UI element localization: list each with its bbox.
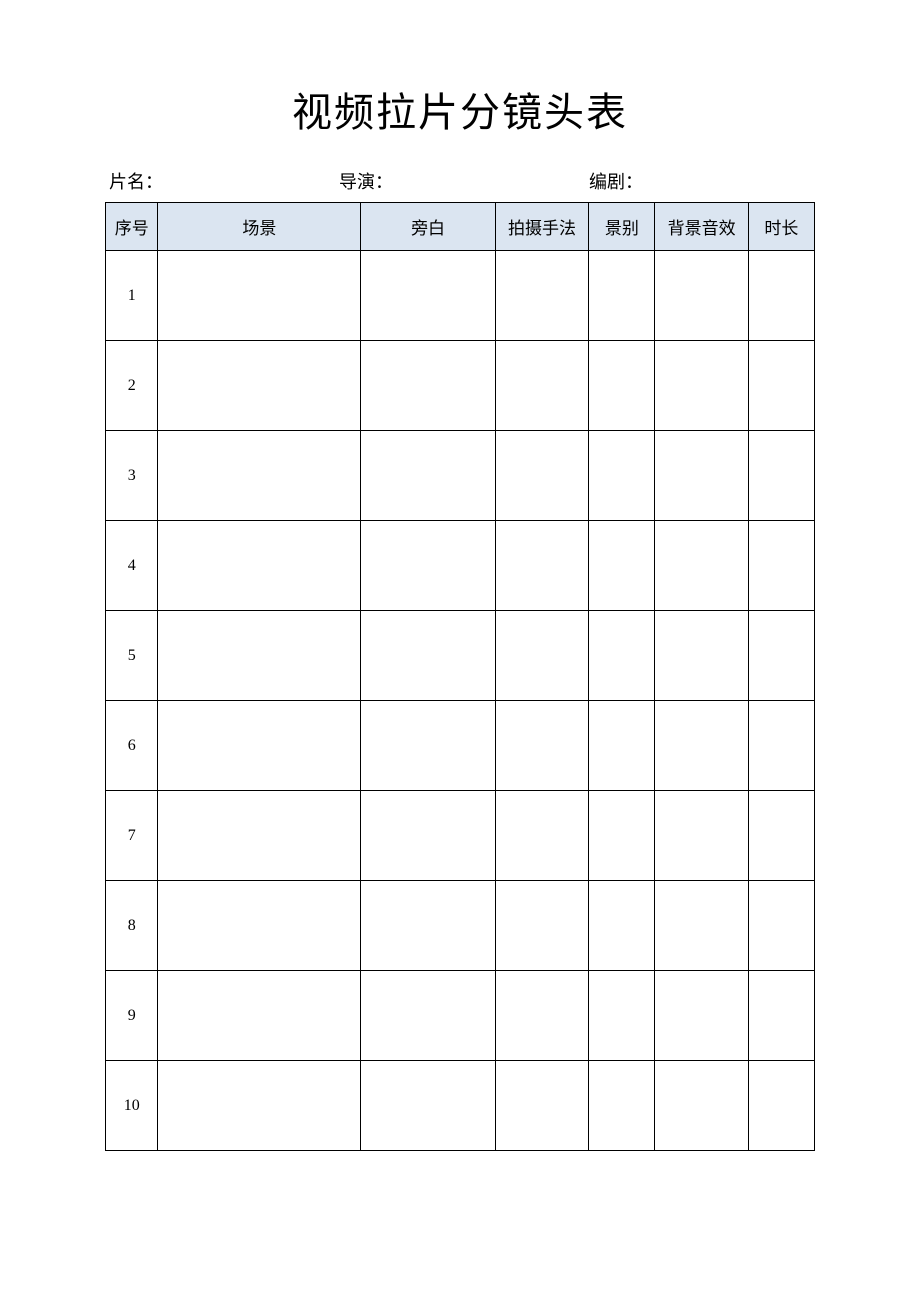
th-index: 序号: [106, 203, 158, 251]
cell-narration: [361, 341, 496, 431]
cell-bg_sound: [655, 881, 748, 971]
cell-technique: [495, 701, 588, 791]
th-duration: 时长: [748, 203, 814, 251]
cell-narration: [361, 881, 496, 971]
cell-shot_type: [589, 611, 655, 701]
meta-row: 片名： 导演： 编剧：: [105, 168, 815, 194]
cell-narration: [361, 971, 496, 1061]
cell-scene: [158, 881, 361, 971]
cell-bg_sound: [655, 971, 748, 1061]
cell-bg_sound: [655, 611, 748, 701]
cell-duration: [748, 521, 814, 611]
cell-shot_type: [589, 431, 655, 521]
cell-shot_type: [589, 521, 655, 611]
cell-scene: [158, 431, 361, 521]
th-technique: 拍摄手法: [495, 203, 588, 251]
cell-index: 9: [106, 971, 158, 1061]
cell-bg_sound: [655, 341, 748, 431]
cell-narration: [361, 1061, 496, 1151]
cell-technique: [495, 881, 588, 971]
th-scene: 场景: [158, 203, 361, 251]
table-row: 10: [106, 1061, 815, 1151]
document-page: 视频拉片分镜头表 片名： 导演： 编剧： 序号 场景 旁白 拍摄手法 景别 背景…: [0, 0, 920, 1301]
cell-bg_sound: [655, 791, 748, 881]
cell-shot_type: [589, 1061, 655, 1151]
cell-duration: [748, 251, 814, 341]
page-title: 视频拉片分镜头表: [105, 80, 815, 138]
cell-duration: [748, 611, 814, 701]
table-row: 1: [106, 251, 815, 341]
cell-technique: [495, 521, 588, 611]
cell-index: 8: [106, 881, 158, 971]
cell-narration: [361, 431, 496, 521]
cell-bg_sound: [655, 1061, 748, 1151]
storyboard-table: 序号 场景 旁白 拍摄手法 景别 背景音效 时长 12345678910: [105, 202, 815, 1151]
cell-duration: [748, 881, 814, 971]
cell-shot_type: [589, 791, 655, 881]
cell-scene: [158, 341, 361, 431]
meta-film-label: 片名：: [109, 168, 339, 194]
table-row: 5: [106, 611, 815, 701]
cell-scene: [158, 611, 361, 701]
th-bg-sound: 背景音效: [655, 203, 748, 251]
cell-index: 2: [106, 341, 158, 431]
meta-writer-label: 编剧：: [589, 168, 811, 194]
cell-shot_type: [589, 341, 655, 431]
table-body: 12345678910: [106, 251, 815, 1151]
table-row: 2: [106, 341, 815, 431]
table-row: 8: [106, 881, 815, 971]
cell-duration: [748, 1061, 814, 1151]
table-row: 3: [106, 431, 815, 521]
cell-technique: [495, 1061, 588, 1151]
cell-index: 7: [106, 791, 158, 881]
cell-scene: [158, 971, 361, 1061]
cell-index: 3: [106, 431, 158, 521]
cell-duration: [748, 431, 814, 521]
cell-duration: [748, 341, 814, 431]
cell-scene: [158, 521, 361, 611]
cell-shot_type: [589, 701, 655, 791]
table-row: 7: [106, 791, 815, 881]
meta-director-label: 导演：: [339, 168, 589, 194]
cell-bg_sound: [655, 431, 748, 521]
cell-technique: [495, 251, 588, 341]
cell-index: 1: [106, 251, 158, 341]
cell-narration: [361, 521, 496, 611]
cell-scene: [158, 791, 361, 881]
cell-technique: [495, 341, 588, 431]
cell-shot_type: [589, 971, 655, 1061]
th-narration: 旁白: [361, 203, 496, 251]
cell-duration: [748, 791, 814, 881]
cell-technique: [495, 431, 588, 521]
table-row: 6: [106, 701, 815, 791]
cell-technique: [495, 611, 588, 701]
cell-shot_type: [589, 251, 655, 341]
cell-technique: [495, 971, 588, 1061]
table-header-row: 序号 场景 旁白 拍摄手法 景别 背景音效 时长: [106, 203, 815, 251]
cell-index: 5: [106, 611, 158, 701]
cell-narration: [361, 791, 496, 881]
cell-bg_sound: [655, 251, 748, 341]
cell-index: 6: [106, 701, 158, 791]
table-row: 4: [106, 521, 815, 611]
cell-technique: [495, 791, 588, 881]
cell-bg_sound: [655, 701, 748, 791]
cell-index: 4: [106, 521, 158, 611]
cell-bg_sound: [655, 521, 748, 611]
cell-scene: [158, 701, 361, 791]
table-row: 9: [106, 971, 815, 1061]
cell-duration: [748, 971, 814, 1061]
th-shot-type: 景别: [589, 203, 655, 251]
cell-scene: [158, 251, 361, 341]
cell-narration: [361, 701, 496, 791]
cell-narration: [361, 611, 496, 701]
cell-duration: [748, 701, 814, 791]
cell-shot_type: [589, 881, 655, 971]
cell-scene: [158, 1061, 361, 1151]
cell-index: 10: [106, 1061, 158, 1151]
cell-narration: [361, 251, 496, 341]
